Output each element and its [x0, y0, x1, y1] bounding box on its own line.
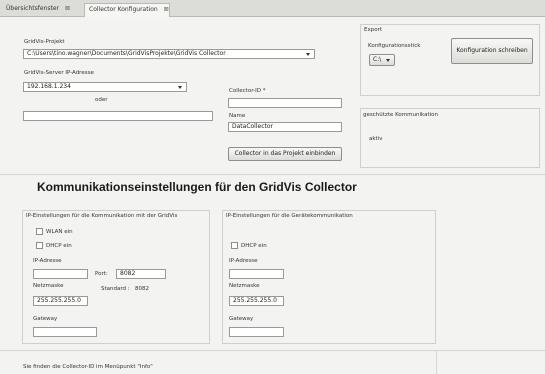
- secure-comm-title: geschützte Kommunikation: [363, 112, 438, 118]
- drive-select[interactable]: C:\: [369, 54, 395, 66]
- tab-collector-config-label: Collector Konfiguration: [89, 6, 158, 13]
- collector-id-input[interactable]: [228, 98, 342, 108]
- footer-vdivider: [436, 351, 437, 374]
- port-input[interactable]: 8082: [116, 269, 166, 279]
- export-title: Export: [364, 27, 383, 33]
- tab-overview-label: Übersichtsfenster: [6, 5, 59, 12]
- chevron-down-icon: [306, 53, 310, 56]
- secure-comm-status: aktiv: [369, 136, 383, 142]
- embed-collector-button[interactable]: Collector in das Projekt einbinden: [228, 147, 342, 161]
- wlan-label: WLAN ein: [46, 229, 73, 235]
- dhcp-label-right: DHCP ein: [241, 243, 267, 249]
- gateway-label-right: Gateway: [229, 316, 254, 322]
- close-icon[interactable]: ⊠: [164, 6, 169, 13]
- write-config-button[interactable]: Konfiguration schreiben: [451, 38, 533, 64]
- standard-value: 8082: [135, 286, 149, 292]
- gridvis-ip-title: IP-Einstellungen für die Kommunikation m…: [26, 213, 178, 219]
- gateway-input-left[interactable]: [33, 327, 97, 337]
- dhcp-checkbox-right[interactable]: [231, 242, 238, 249]
- close-icon[interactable]: ⊠: [65, 5, 70, 12]
- netmask-input-left[interactable]: 255.255.255.0: [33, 296, 88, 306]
- chevron-down-icon: [178, 86, 182, 89]
- name-label: Name: [229, 113, 246, 119]
- standard-label: Standard :: [101, 286, 130, 292]
- name-input[interactable]: DataCollector: [228, 122, 342, 132]
- server-select[interactable]: 192.168.1.234: [23, 82, 187, 92]
- footer-info: Sie finden die Collector-ID im Menüpunkt…: [23, 364, 153, 370]
- comm-heading: Kommunikationseinstellungen für den Grid…: [37, 180, 357, 194]
- server-select-value: 192.168.1.234: [27, 83, 71, 90]
- netmask-label-left: Netzmaske: [33, 283, 64, 289]
- drive-select-value: C:\: [373, 56, 382, 63]
- tab-bar: Übersichtsfenster ⊠ Collector Konfigurati…: [0, 0, 545, 17]
- gateway-label-left: Gateway: [33, 316, 58, 322]
- ip-input-right[interactable]: [229, 269, 284, 279]
- netmask-label-right: Netzmaske: [229, 283, 260, 289]
- footer-divider: [0, 350, 545, 351]
- divider: [0, 174, 545, 175]
- server-alt-input[interactable]: [23, 111, 213, 121]
- server-label: GridVis-Server IP-Adresse: [24, 70, 94, 76]
- config-stick-label: Konfigurationsstick: [368, 43, 421, 49]
- collector-id-label: Collector-ID *: [229, 88, 266, 94]
- project-select[interactable]: C:\Users\tino.wagner\Documents\GridVisPr…: [23, 49, 315, 59]
- tab-overview[interactable]: Übersichtsfenster ⊠: [2, 3, 82, 17]
- ip-label-left: IP-Adresse: [33, 258, 62, 264]
- device-ip-title: IP-Einstellungen für die Gerätekommunika…: [226, 213, 353, 219]
- or-label: oder: [95, 97, 108, 103]
- port-label: Port:: [95, 271, 108, 277]
- ip-label-right: IP-Adresse: [229, 258, 258, 264]
- project-select-value: C:\Users\tino.wagner\Documents\GridVisPr…: [27, 50, 226, 57]
- wlan-checkbox[interactable]: [36, 228, 43, 235]
- gateway-input-right[interactable]: [229, 327, 284, 337]
- tab-collector-config[interactable]: Collector Konfiguration ⊠: [84, 3, 170, 17]
- ip-input-left[interactable]: [33, 269, 88, 279]
- chevron-down-icon: [386, 59, 390, 62]
- netmask-input-right[interactable]: 255.255.255.0: [229, 296, 284, 306]
- project-label: GridVis-Projekt: [24, 39, 65, 45]
- dhcp-checkbox-left[interactable]: [36, 242, 43, 249]
- dhcp-label-left: DHCP ein: [46, 243, 72, 249]
